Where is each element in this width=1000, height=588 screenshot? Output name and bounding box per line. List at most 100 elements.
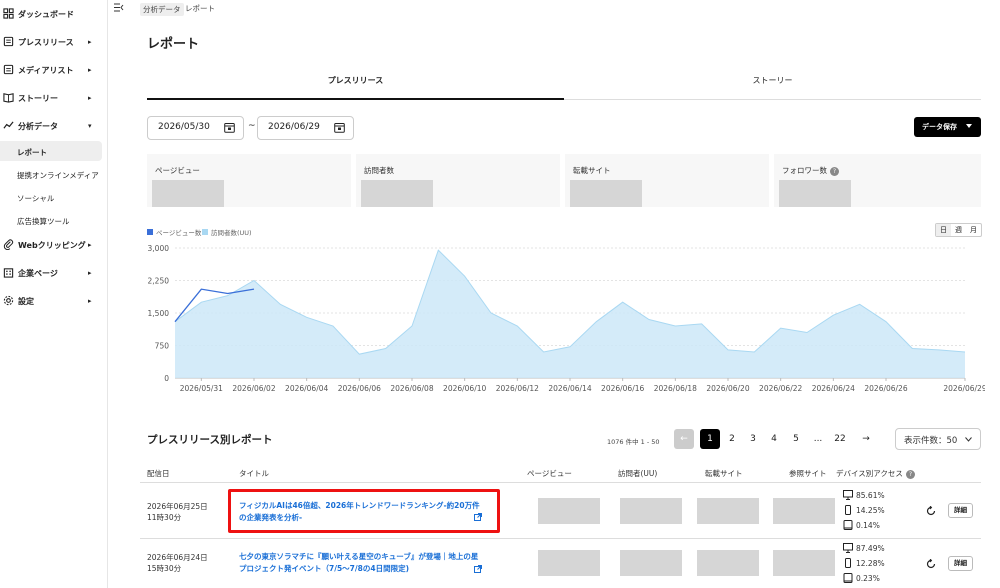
column-header-date: 配信日: [147, 469, 170, 478]
tablet-icon: [843, 520, 853, 530]
calendar-icon[interactable]: [224, 122, 235, 133]
device-mobile-value: 12.28%: [856, 558, 885, 568]
sidebar-item-analytics[interactable]: 分析データ ▾: [0, 114, 108, 138]
start-date-input[interactable]: 2026/05/30: [147, 116, 244, 140]
section-title: プレスリリース別レポート: [147, 434, 273, 446]
sidebar-item-label: メディアリスト: [18, 66, 74, 75]
x-tick-label: 2026/06/16: [601, 384, 644, 393]
help-icon[interactable]: ?: [830, 166, 839, 176]
collapse-sidebar-icon[interactable]: [114, 3, 124, 12]
row-date-time: 15時30分: [147, 564, 182, 573]
device-tablet: 0.14%: [843, 520, 880, 530]
sidebar-item-dashboard[interactable]: ダッシュボード: [0, 2, 108, 26]
chevron-down-icon: [965, 437, 972, 442]
device-desktop: 87.49%: [843, 543, 885, 553]
device-desktop: 85.61%: [843, 490, 885, 500]
page-button-5[interactable]: 5: [786, 429, 806, 449]
desktop-icon: [843, 543, 853, 553]
metric-label-wrap: フォロワー数?: [782, 165, 839, 176]
detail-button[interactable]: 詳細: [948, 556, 973, 571]
sidebar-subitem-label: レポート: [17, 148, 47, 157]
metric-label: フォロワー数: [782, 166, 827, 175]
start-date-value: 2026/05/30: [158, 122, 210, 132]
device-tablet-value: 0.14%: [856, 520, 880, 530]
sidebar-subitem-ad-value-tool[interactable]: 広告換算ツール: [0, 210, 102, 230]
referrers-placeholder: [773, 550, 835, 576]
metric-label: ページビュー: [155, 166, 200, 175]
device-mobile: 14.25%: [843, 505, 885, 515]
refresh-icon[interactable]: [926, 506, 936, 516]
desktop-icon: [843, 490, 853, 500]
repost-sites-placeholder: [697, 550, 759, 576]
period-toggle: 日 週 月: [935, 223, 982, 237]
period-week-button[interactable]: 週: [951, 224, 966, 236]
analytics-chart: 3,000 2,250 1,500 750 0 2026/05/31 2026/06/02 2…: [148, 244, 985, 393]
book-icon: [3, 93, 14, 103]
page-button-22[interactable]: 22: [830, 429, 850, 449]
legend-label: 訪問者数(UU): [211, 229, 252, 237]
next-page-button[interactable]: →: [856, 429, 876, 449]
y-tick-label: 1,500: [148, 309, 170, 318]
column-header-device-access: デバイス別アクセス?: [836, 468, 915, 479]
sidebar-item-settings[interactable]: 設定 ▸: [0, 289, 108, 313]
sidebar-item-label: ダッシュボード: [18, 10, 74, 19]
prev-page-button[interactable]: ←: [674, 429, 694, 449]
sidebar-subitem-partner-media[interactable]: 提携オンラインメディア: [0, 164, 102, 184]
save-data-label: データ保存: [922, 123, 957, 131]
page-button-1[interactable]: 1: [700, 429, 720, 449]
release-title-link[interactable]: 七夕の東京ソラマチに『願い叶える星空のキューブ』が登場｜地上の星プロジェクト発イ…: [239, 551, 484, 575]
external-link-icon[interactable]: [474, 565, 482, 573]
header-divider: [140, 482, 981, 483]
sidebar-item-web-clipping[interactable]: Webクリッピング ▸: [0, 233, 108, 257]
x-tick-label: 2026/06/02: [232, 384, 275, 393]
sidebar-subitem-label: ソーシャル: [17, 194, 55, 203]
metric-value-placeholder: [570, 180, 642, 207]
tab-press-release[interactable]: プレスリリース: [147, 72, 564, 100]
x-tick-label: 2026/06/18: [654, 384, 697, 393]
help-icon[interactable]: ?: [905, 469, 915, 479]
sidebar-subitem-social[interactable]: ソーシャル: [0, 187, 102, 207]
end-date-value: 2026/06/29: [268, 122, 320, 132]
sidebar-item-label: プレスリリース: [18, 38, 74, 47]
save-data-button[interactable]: データ保存: [914, 117, 981, 137]
period-day-button[interactable]: 日: [936, 224, 951, 236]
per-page-select[interactable]: 表示件数：50: [895, 428, 981, 450]
breadcrumb-current: レポート: [185, 4, 215, 13]
calendar-icon[interactable]: [334, 122, 345, 133]
sidebar-item-media-list[interactable]: メディアリスト ▸: [0, 58, 108, 82]
period-month-button[interactable]: 月: [966, 224, 981, 236]
sidebar-item-press-release[interactable]: プレスリリース ▸: [0, 30, 108, 54]
end-date-input[interactable]: 2026/06/29: [257, 116, 354, 140]
page-views-placeholder: [538, 498, 600, 524]
column-header-repost-sites: 転載サイト: [705, 469, 743, 478]
page-button-2[interactable]: 2: [722, 429, 742, 449]
x-tick-label: 2026/06/12: [496, 384, 539, 393]
sidebar-item-story[interactable]: ストーリー ▸: [0, 86, 108, 110]
sidebar: ダッシュボード プレスリリース ▸ メディアリスト ▸ ストーリー ▸ 分析デー…: [0, 0, 108, 588]
column-header-label: デバイス別アクセス: [836, 469, 903, 478]
detail-button[interactable]: 詳細: [948, 503, 973, 518]
x-tick-label: 2026/06/08: [390, 384, 433, 393]
gear-icon: [3, 295, 14, 306]
legend-visitors: 訪問者数(UU): [202, 227, 252, 237]
x-tick-label: 2026/05/31: [180, 384, 223, 393]
page-ellipsis: ...: [813, 434, 823, 444]
mobile-icon: [845, 505, 851, 515]
sidebar-subitem-report[interactable]: レポート: [0, 141, 102, 161]
legend-label: ページビュー数: [156, 229, 202, 237]
column-header-page-views: ページビュー: [527, 469, 572, 478]
refresh-icon[interactable]: [926, 559, 936, 569]
sidebar-item-company-page[interactable]: 企業ページ ▸: [0, 261, 108, 285]
device-tablet-value: 0.23%: [856, 573, 880, 583]
tab-story[interactable]: ストーリー: [564, 72, 981, 100]
metric-followers: フォロワー数?: [774, 154, 981, 207]
chevron-right-icon: ▸: [88, 269, 92, 277]
per-page-value: 表示件数：50: [904, 436, 958, 446]
page-button-4[interactable]: 4: [764, 429, 784, 449]
breadcrumb-parent[interactable]: 分析データ: [140, 3, 184, 16]
visitors-placeholder: [620, 550, 682, 576]
chevron-right-icon: ▸: [88, 38, 92, 46]
row-date-time: 11時30分: [147, 513, 182, 522]
x-tick-label: 2026/06/06: [338, 384, 381, 393]
page-button-3[interactable]: 3: [743, 429, 763, 449]
